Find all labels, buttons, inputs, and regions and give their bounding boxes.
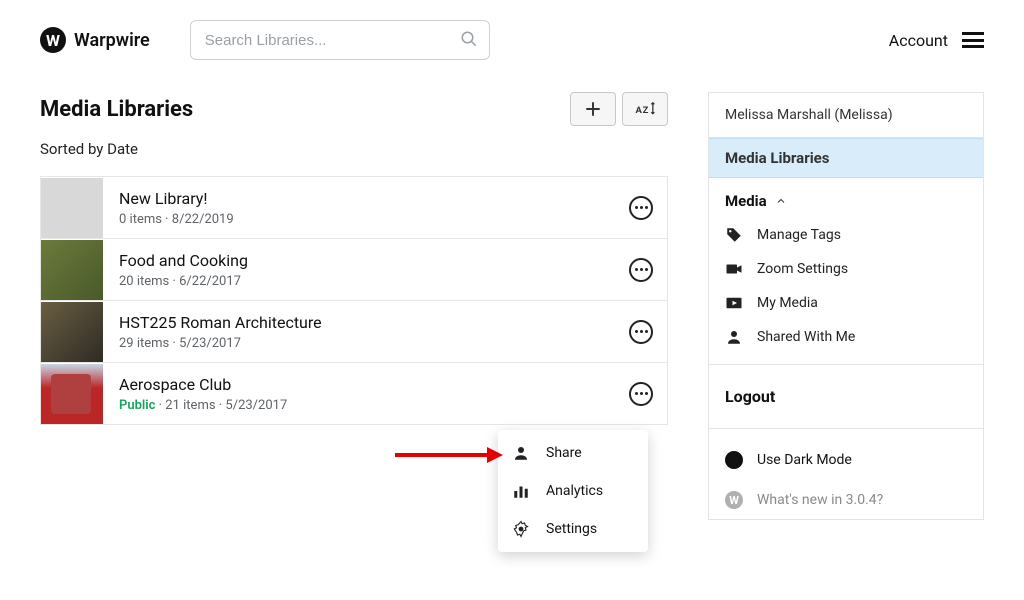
more-icon: [635, 330, 648, 333]
header: W Warpwire Account: [0, 0, 1024, 72]
add-button[interactable]: [570, 92, 616, 126]
library-meta: 0 items · 8/22/2019: [119, 212, 629, 227]
dark-mode-toggle[interactable]: Use Dark Mode: [709, 439, 983, 481]
more-options-button[interactable]: [629, 196, 653, 220]
divider: [709, 428, 983, 429]
section-media-label: Media: [725, 192, 767, 210]
search-input[interactable]: [190, 20, 490, 60]
nav-shared-with-me[interactable]: Shared With Me: [709, 320, 983, 354]
nav-zoom-settings[interactable]: Zoom Settings: [709, 252, 983, 286]
library-meta: 20 items · 6/22/2017: [119, 274, 629, 289]
account-link[interactable]: Account: [889, 31, 948, 50]
page-title: Media Libraries: [40, 97, 193, 122]
account-panel: Melissa Marshall (Melissa) Media Librari…: [708, 92, 984, 520]
more-icon: [635, 392, 648, 395]
nav-media-libraries[interactable]: Media Libraries: [709, 138, 983, 178]
library-meta: Public · 21 items · 5/23/2017: [119, 398, 629, 413]
nav-manage-tags[interactable]: Manage Tags: [709, 218, 983, 252]
camera-icon: [725, 260, 743, 278]
menu-share[interactable]: Share: [498, 434, 648, 472]
library-title: Aerospace Club: [119, 375, 629, 394]
library-list: New Library! 0 items · 8/22/2019 Food an…: [40, 176, 668, 425]
library-thumbnail: [41, 240, 103, 300]
sort-status: Sorted by Date: [40, 140, 668, 158]
menu-analytics[interactable]: Analytics: [498, 472, 648, 510]
nav-item-label: Zoom Settings: [757, 261, 848, 277]
section-media-header[interactable]: Media: [709, 178, 983, 218]
library-title: HST225 Roman Architecture: [119, 313, 629, 332]
current-user: Melissa Marshall (Melissa): [709, 93, 983, 138]
tag-icon: [725, 226, 743, 244]
nav-my-media[interactable]: My Media: [709, 286, 983, 320]
more-options-button[interactable]: [629, 320, 653, 344]
nav-item-label: Manage Tags: [757, 227, 841, 243]
menu-item-label: Analytics: [546, 483, 603, 499]
more-options-button[interactable]: [629, 382, 653, 406]
library-title: New Library!: [119, 189, 629, 208]
chevron-up-icon: [775, 195, 787, 207]
logo-gray-icon: W: [725, 491, 743, 509]
menu-item-label: Settings: [546, 521, 597, 537]
person-icon: [512, 444, 530, 462]
whats-new-link[interactable]: W What's new in 3.0.4?: [709, 481, 983, 519]
plus-icon: [584, 100, 602, 118]
svg-text:Z: Z: [643, 105, 649, 116]
divider: [709, 364, 983, 365]
context-menu: Share Analytics Settings: [498, 430, 648, 552]
public-badge: Public: [119, 398, 155, 413]
sort-button[interactable]: A Z: [622, 92, 668, 126]
whats-new-label: What's new in 3.0.4?: [757, 492, 883, 508]
nav-item-label: My Media: [757, 295, 818, 311]
brand-name: Warpwire: [74, 30, 150, 51]
person-icon: [725, 328, 743, 346]
library-thumbnail: [41, 302, 103, 362]
more-icon: [635, 206, 648, 209]
menu-settings[interactable]: Settings: [498, 510, 648, 548]
library-thumbnail: [41, 178, 103, 238]
library-row[interactable]: New Library! 0 items · 8/22/2019: [40, 177, 668, 239]
logout-button[interactable]: Logout: [709, 375, 983, 418]
sort-az-icon: A Z: [634, 100, 656, 118]
bars-icon: [512, 482, 530, 500]
play-icon: [725, 294, 743, 312]
library-row[interactable]: HST225 Roman Architecture 29 items · 5/2…: [40, 301, 668, 363]
more-options-button[interactable]: [629, 258, 653, 282]
dark-mode-label: Use Dark Mode: [757, 452, 852, 468]
svg-text:A: A: [636, 105, 643, 116]
gear-icon: [512, 520, 530, 538]
library-title: Food and Cooking: [119, 251, 629, 270]
library-meta: 29 items · 5/23/2017: [119, 336, 629, 351]
search-icon: [460, 30, 478, 48]
dark-mode-icon: [725, 451, 743, 469]
menu-item-label: Share: [546, 445, 582, 461]
brand-logo-icon: W: [40, 27, 66, 53]
menu-icon[interactable]: [962, 32, 984, 48]
library-row[interactable]: Food and Cooking 20 items · 6/22/2017: [40, 239, 668, 301]
brand[interactable]: W Warpwire: [40, 27, 150, 53]
more-icon: [635, 268, 648, 271]
search-wrap: [190, 20, 490, 60]
library-row[interactable]: Aerospace Club Public · 21 items · 5/23/…: [40, 363, 668, 425]
library-thumbnail: [41, 364, 103, 424]
nav-item-label: Shared With Me: [757, 329, 855, 345]
